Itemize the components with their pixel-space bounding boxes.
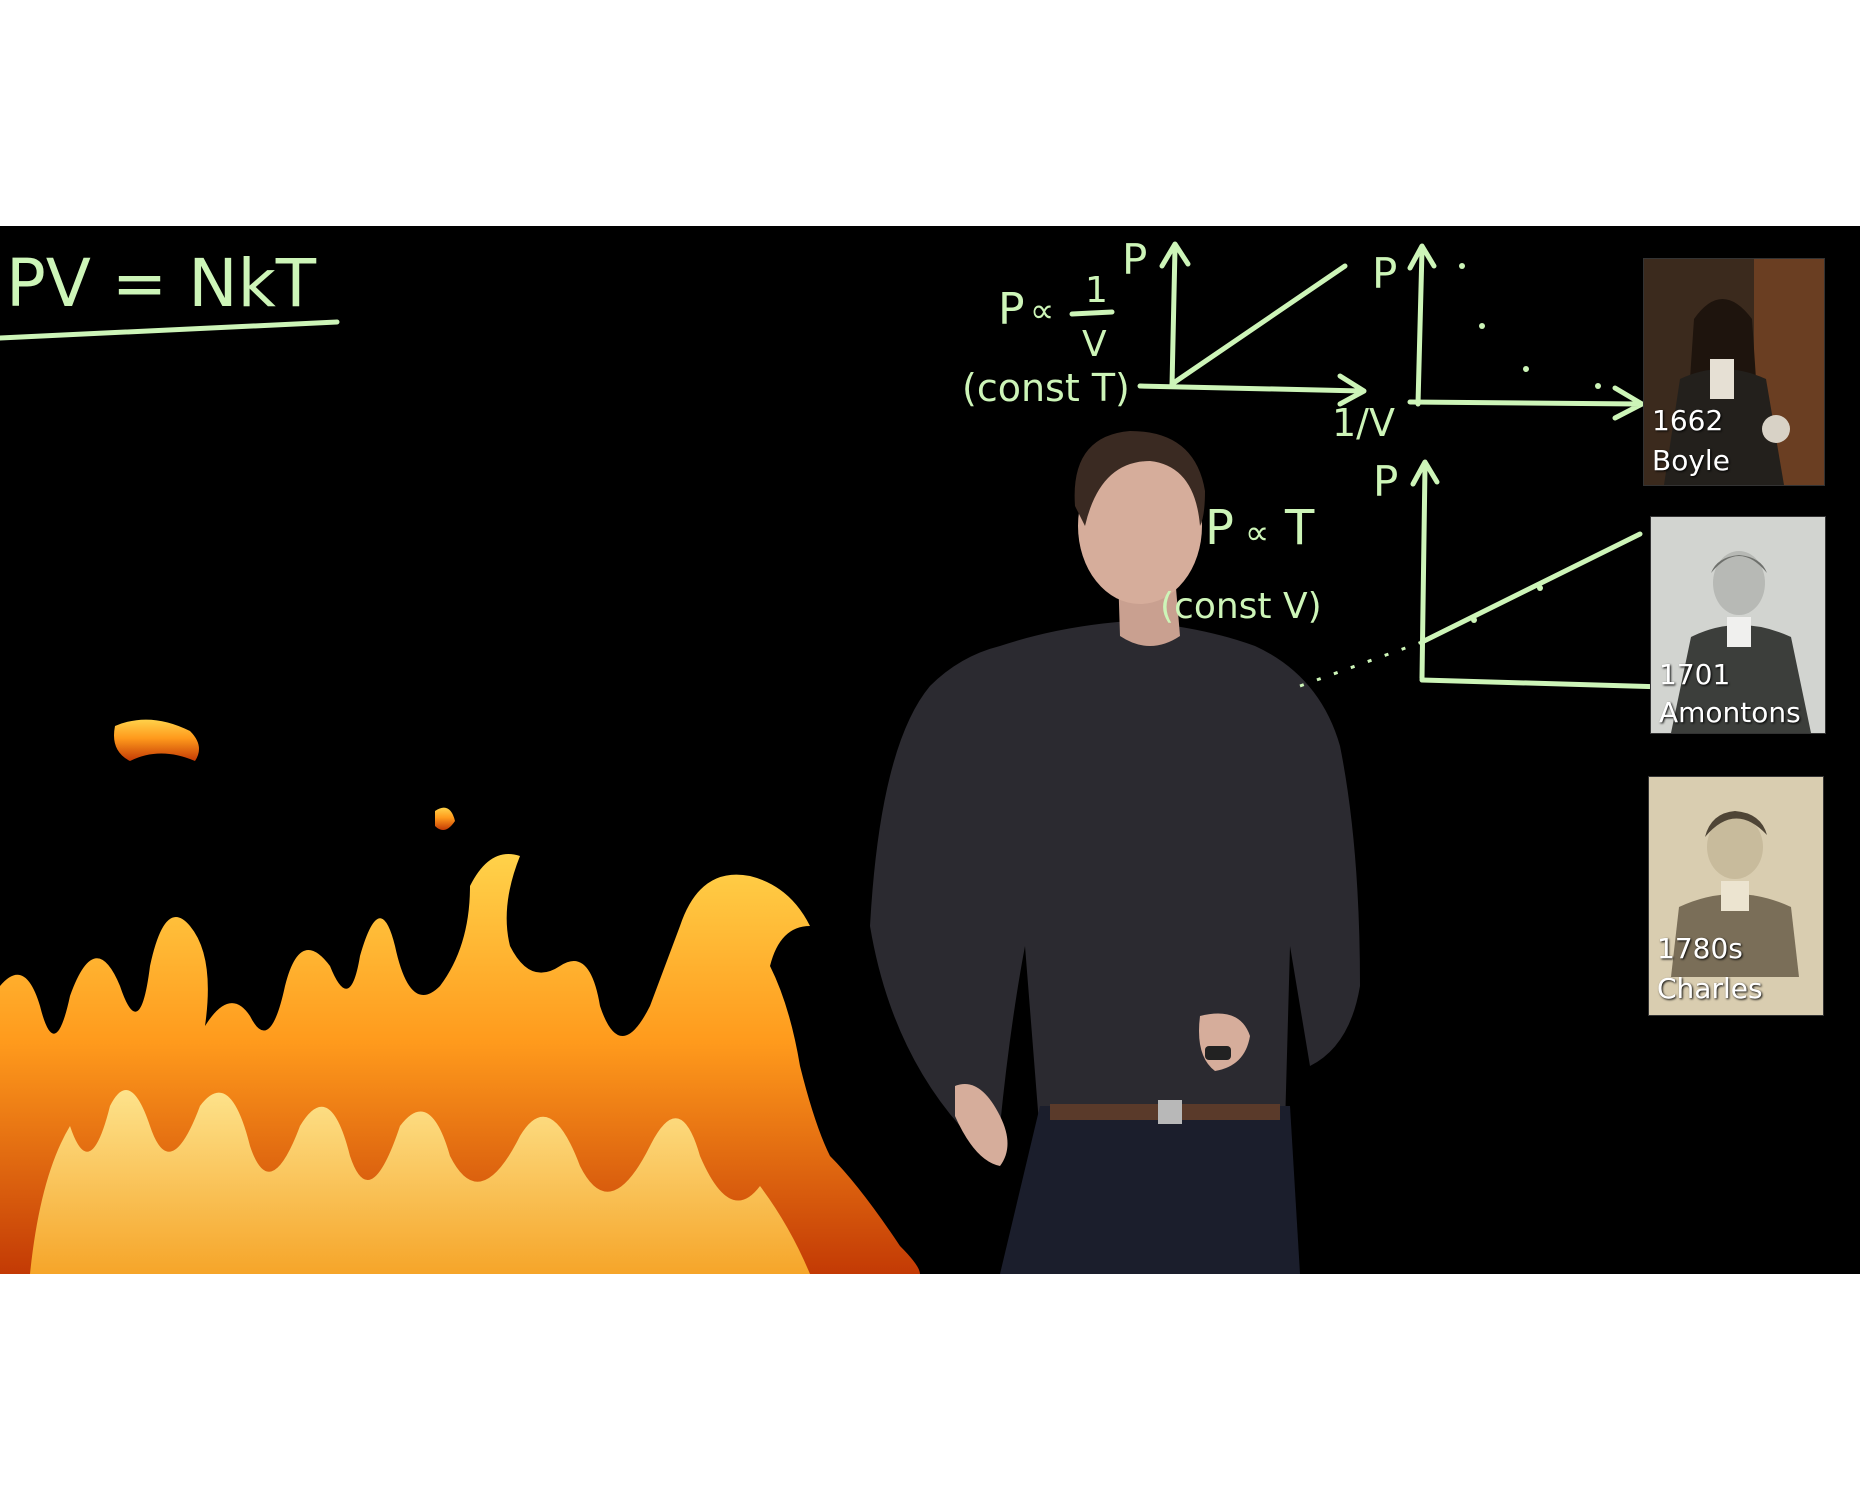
boyle-lhs: P — [998, 284, 1025, 335]
amontons-year: 1701 — [1659, 658, 1731, 691]
plot2-points — [1459, 263, 1601, 389]
boyle-condition: (const T) — [962, 366, 1130, 410]
amontons-lhs: P — [1205, 500, 1234, 556]
plot1-line — [1169, 263, 1348, 387]
boyle-numerator: 1 — [1085, 270, 1108, 311]
plot3-extrapolation — [1299, 640, 1423, 688]
boyle-denominator: V — [1082, 324, 1107, 365]
boyle-year: 1662 — [1652, 404, 1724, 437]
plot3-line — [1419, 531, 1643, 645]
plot3-y-axis — [1410, 459, 1440, 681]
amontons-rhs: T — [1284, 500, 1315, 556]
plot1-y-axis — [1159, 241, 1191, 389]
video-frame: PV = NkT P ∝ 1 V (const T) P 1/V P V P ∝… — [0, 226, 1860, 1274]
main-equation: PV = NkT — [6, 245, 317, 322]
portrait-boyle: 1662 Boyle — [1643, 258, 1825, 486]
boyle-name: Boyle — [1652, 444, 1730, 477]
plot2-x-axis — [1407, 385, 1645, 421]
plot2-y-label: P — [1372, 249, 1397, 298]
charles-year: 1780s — [1657, 932, 1743, 965]
plot2-y-axis — [1407, 243, 1437, 407]
plot1-y-label: P — [1122, 235, 1147, 284]
amontons-name: Amontons — [1659, 696, 1801, 729]
charles-name: Charles — [1657, 972, 1763, 1005]
plot3-points — [1471, 585, 1543, 623]
plot3-y-label: P — [1373, 457, 1398, 506]
amontons-condition: (const V) — [1160, 586, 1322, 627]
lightboard-drawing: PV = NkT P ∝ 1 V (const T) P 1/V P V P ∝… — [0, 235, 1705, 725]
plot1-x-label: 1/V — [1332, 401, 1395, 445]
portrait-amontons: 1701 Amontons — [1650, 516, 1826, 734]
amontons-proportional: ∝ — [1245, 513, 1269, 553]
equation-underline — [0, 319, 340, 341]
portrait-charles: 1780s Charles — [1648, 776, 1824, 1016]
boyle-proportional: ∝ — [1030, 291, 1054, 331]
